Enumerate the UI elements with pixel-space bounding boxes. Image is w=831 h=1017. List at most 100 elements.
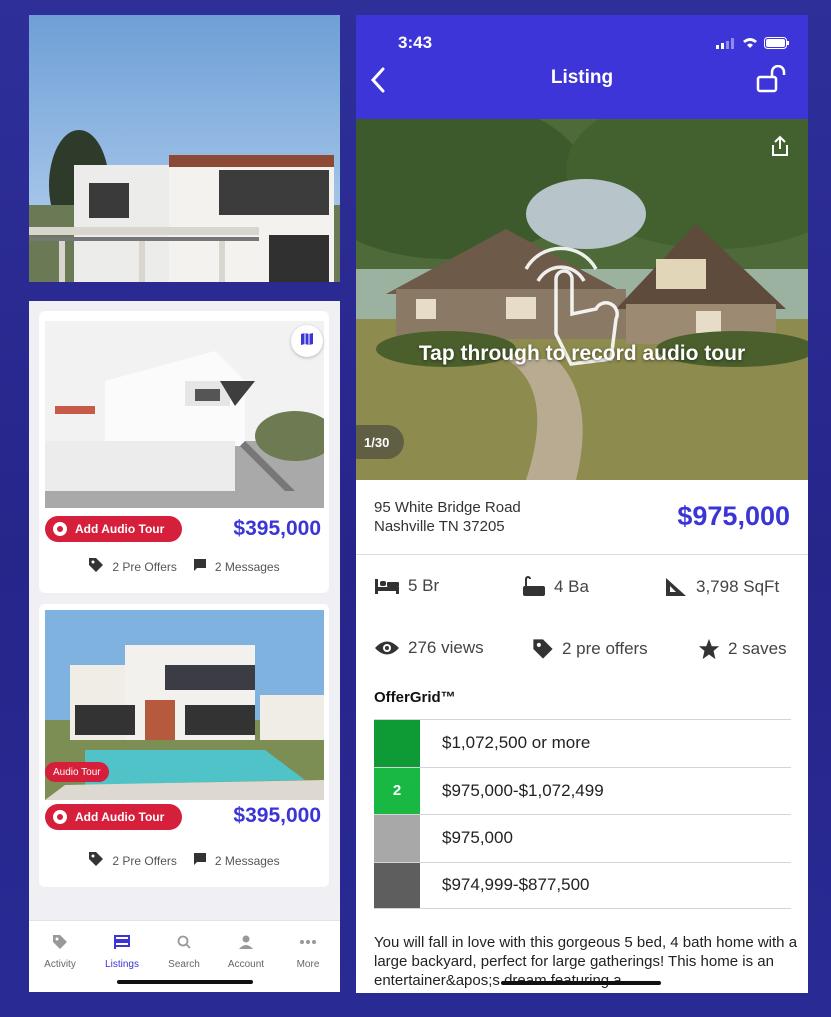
- bottom-tab-bar: Activity Listings Search Account More: [29, 920, 340, 992]
- offergrid-swatch: 2: [374, 767, 420, 814]
- offergrid-row[interactable]: 2 $975,000-$1,072,499: [374, 766, 791, 814]
- person-icon: [215, 931, 277, 953]
- listing-photo[interactable]: [45, 321, 324, 508]
- listing-price: $395,000: [233, 804, 321, 827]
- listing-address: 95 White Bridge Road Nashville TN 37205: [374, 498, 521, 536]
- messages-text: 2 Messages: [214, 559, 280, 574]
- share-icon: [772, 135, 788, 156]
- offergrid-range: $975,000-$1,072,499: [442, 780, 604, 800]
- home-indicator: [501, 981, 661, 985]
- listing-photo-carousel[interactable]: Tap through to record audio tour 1/30: [356, 119, 808, 480]
- tag-icon: [29, 931, 91, 953]
- offergrid-table: $1,072,500 or more 2 $975,000-$1,072,499…: [374, 719, 791, 909]
- tag-icon: [88, 557, 104, 576]
- offergrid-row[interactable]: $974,999-$877,500: [374, 861, 791, 909]
- listing-card[interactable]: Audio Tour Add Audio Tour $395,000 2 Pre…: [39, 604, 329, 887]
- tab-more[interactable]: More: [277, 931, 339, 970]
- record-icon: [53, 810, 67, 824]
- pre-offers[interactable]: 2 Pre Offers: [88, 557, 177, 576]
- more-icon: [277, 931, 339, 953]
- add-audio-tour-label: Add Audio Tour: [75, 522, 165, 536]
- tag-icon: [88, 851, 104, 870]
- baths-text: 4 Ba: [554, 577, 589, 596]
- listing-detail-screen: 3:43 Listing Tap through to record audio…: [356, 15, 808, 993]
- listing-meta: 2 Pre Offers 2 Messages: [39, 851, 329, 870]
- beds-stat: 5 Br: [374, 576, 439, 596]
- saves-stat[interactable]: 2 saves: [698, 638, 787, 660]
- sqft-stat: 3,798 SqFt: [664, 576, 779, 598]
- pre-offers-text: 2 Pre Offers: [112, 853, 177, 868]
- signal-icon: [716, 37, 734, 49]
- sqft-text: 3,798 SqFt: [696, 577, 780, 596]
- add-audio-tour-button[interactable]: Add Audio Tour: [45, 804, 182, 830]
- record-icon: [53, 522, 67, 536]
- offergrid-range: $1,072,500 or more: [442, 733, 591, 753]
- search-icon: [153, 931, 215, 953]
- views-stat: 276 views: [374, 638, 484, 658]
- add-audio-tour-button[interactable]: Add Audio Tour: [45, 516, 182, 542]
- messages[interactable]: 2 Messages: [193, 852, 280, 869]
- status-time: 3:43: [398, 33, 433, 52]
- listings-screen: Add Audio Tour $395,000 2 Pre Offers 2 M…: [29, 301, 340, 992]
- address-line-2: Nashville TN 37205: [374, 518, 505, 535]
- photo-counter: 1/30: [356, 425, 404, 459]
- listing-price: $975,000: [677, 501, 790, 531]
- offergrid-range: $974,999-$877,500: [442, 875, 590, 895]
- tab-listings[interactable]: Listings: [91, 931, 153, 970]
- unlock-button[interactable]: [756, 64, 788, 98]
- unlock-icon: [756, 64, 786, 93]
- battery-icon: [764, 37, 789, 49]
- star-icon: [698, 638, 720, 660]
- offergrid-row[interactable]: $975,000: [374, 814, 791, 862]
- offergrid-title: OfferGrid™: [374, 689, 456, 706]
- listings-icon: [91, 931, 153, 953]
- hero-house-photo: [29, 15, 340, 282]
- tab-listings-label: Listings: [105, 959, 139, 970]
- tab-activity-label: Activity: [44, 959, 76, 970]
- add-audio-tour-label: Add Audio Tour: [75, 810, 165, 824]
- offergrid-swatch: [374, 815, 420, 862]
- offergrid-swatch: [374, 720, 420, 767]
- views-text: 276 views: [408, 638, 484, 657]
- status-icons: [716, 37, 790, 49]
- divider: [356, 554, 808, 555]
- ruler-icon: [666, 578, 686, 596]
- pre-offers-text: 2 pre offers: [562, 639, 648, 658]
- tab-more-label: More: [296, 959, 320, 970]
- messages[interactable]: 2 Messages: [193, 558, 280, 575]
- beds-text: 5 Br: [408, 576, 440, 595]
- tab-activity[interactable]: Activity: [29, 931, 91, 970]
- listing-card[interactable]: Add Audio Tour $395,000 2 Pre Offers 2 M…: [39, 311, 329, 593]
- offergrid-row[interactable]: $1,072,500 or more: [374, 719, 791, 767]
- tap-to-record-hint: Tap through to record audio tour: [418, 342, 746, 365]
- map-icon: [300, 332, 314, 351]
- listing-meta: 2 Pre Offers 2 Messages: [39, 557, 329, 576]
- tab-account[interactable]: Account: [215, 931, 277, 970]
- address-line-1: 95 White Bridge Road: [374, 499, 521, 516]
- tag-icon: [533, 639, 553, 659]
- eye-icon: [375, 641, 399, 655]
- message-icon: [193, 558, 207, 575]
- bath-icon: [523, 576, 545, 596]
- offergrid-range: $975,000: [442, 828, 513, 848]
- share-button[interactable]: [770, 135, 790, 162]
- map-view-button[interactable]: [291, 325, 323, 357]
- messages-text: 2 Messages: [214, 853, 280, 868]
- wifi-icon: [743, 38, 757, 48]
- listing-price: $395,000: [233, 517, 321, 540]
- pre-offers-stat[interactable]: 2 pre offers: [532, 638, 648, 660]
- baths-stat: 4 Ba: [522, 576, 589, 598]
- saves-text: 2 saves: [728, 639, 787, 658]
- tab-account-label: Account: [227, 959, 265, 970]
- tab-search[interactable]: Search: [153, 931, 215, 970]
- pre-offers[interactable]: 2 Pre Offers: [88, 851, 177, 870]
- audio-tour-badge: Audio Tour: [45, 762, 109, 782]
- page-title: Listing: [550, 67, 614, 88]
- tab-search-label: Search: [168, 959, 200, 970]
- home-indicator: [117, 980, 253, 984]
- pre-offers-text: 2 Pre Offers: [112, 559, 177, 574]
- bed-icon: [375, 579, 399, 594]
- message-icon: [193, 852, 207, 869]
- nav-header: 3:43 Listing: [356, 15, 808, 119]
- offergrid-swatch: [374, 862, 420, 908]
